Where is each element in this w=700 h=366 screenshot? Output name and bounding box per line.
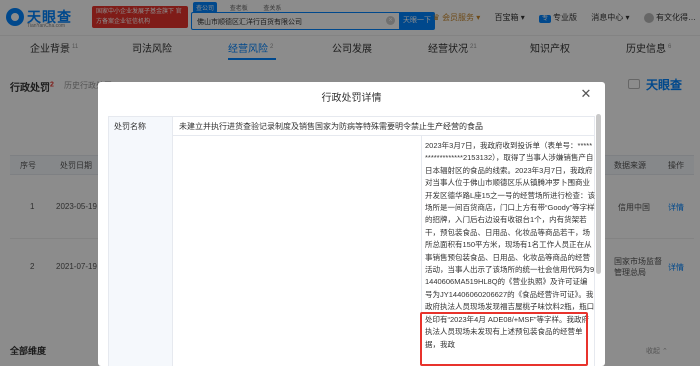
penalty-name-value: 未建立并执行进货查验记录制度及销售国家为防病等特殊需要明令禁止生产经营的食品 (179, 122, 483, 131)
penalty-name-label: 处罚名称 (109, 117, 173, 135)
detail-mid-cell (173, 135, 422, 366)
close-icon[interactable]: ✕ (579, 87, 593, 101)
modal-scrollbar[interactable] (596, 114, 601, 274)
detail-label-cell (109, 135, 173, 366)
modal-title: 行政处罚详情 (321, 93, 382, 104)
penalty-name-row: 处罚名称 未建立并执行进货查验记录制度及销售国家为防病等特殊需要明令禁止生产经营… (108, 116, 595, 136)
highlight-annotation-box (420, 312, 588, 366)
